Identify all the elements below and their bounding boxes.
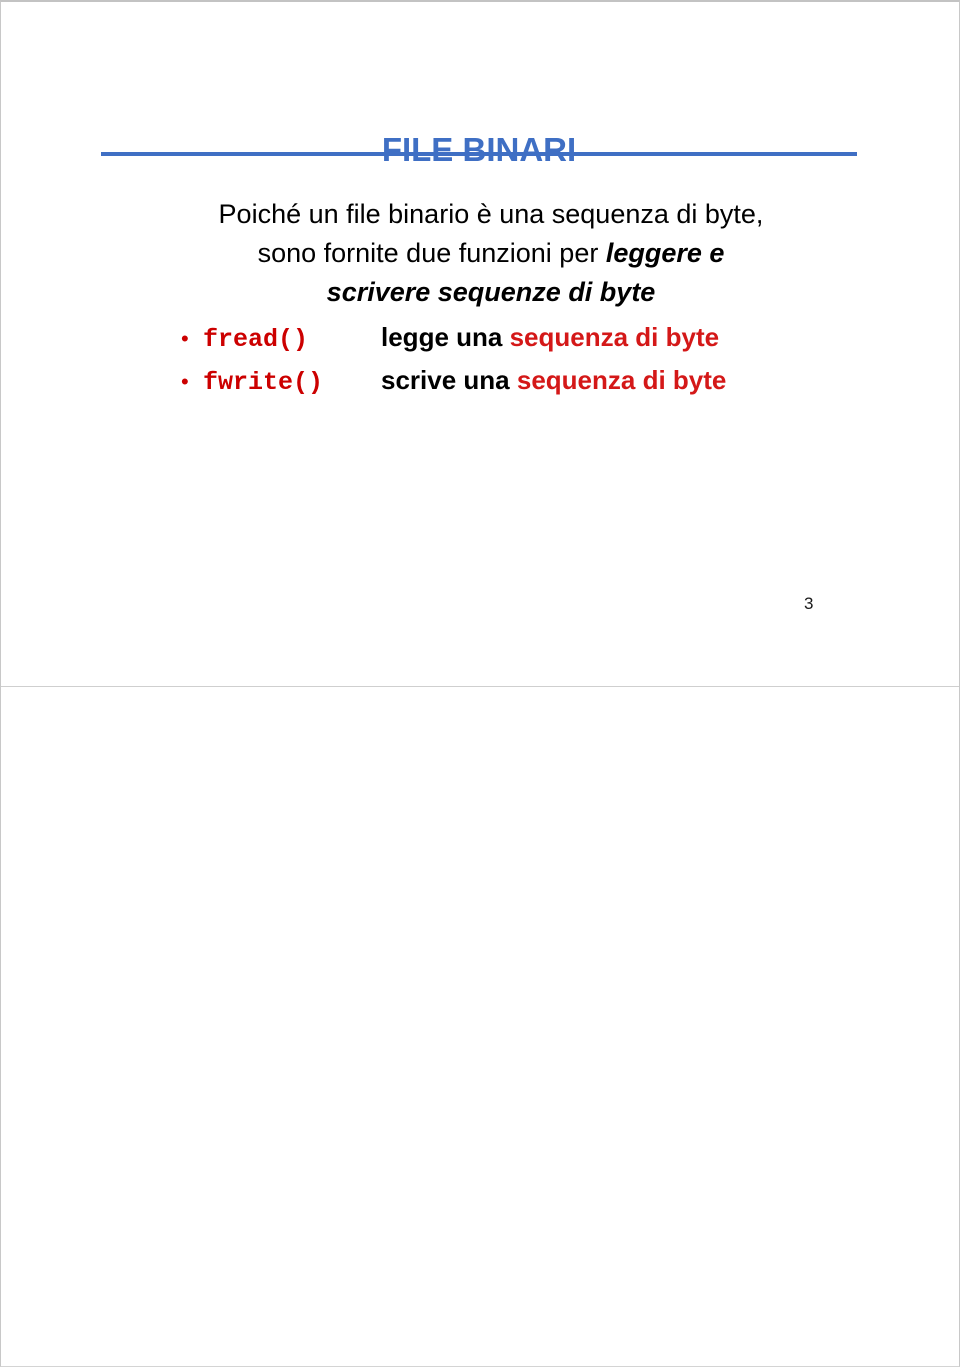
function-desc-fread-plain: legge una [381,322,510,352]
function-desc-fwrite: scrive una sequenza di byte [381,360,726,400]
intro-line-1: Poiché un file binario è una sequenza di… [218,199,764,229]
function-name-fread: fread() [203,325,309,354]
function-desc-fwrite-plain: scrive una [381,365,517,395]
function-desc-fread: legge una sequenza di byte [381,317,719,357]
function-desc-fread-highlight: sequenza di byte [509,322,720,352]
bullet-marker-icon: • [181,326,189,351]
slide-1-title: FILE BINARI [381,131,577,169]
slide-1-intro-paragraph: Poiché un file binario è una sequenza di… [141,195,841,312]
function-row-fread: • fread() legge una sequenza di byte [181,317,881,360]
bullet-marker-icon: • [181,369,189,394]
slide-output-binario-fwrite: OUTPUT BINARIO: fwrite() Sintassi: int f… [1,686,959,1366]
function-row-fwrite: • fwrite() scrive una sequenza di byte [181,360,881,403]
intro-line-2-plain: sono fornite due funzioni per [257,238,606,268]
slide-1-title-rule [101,152,857,156]
slide-file-binari: FILE BINARI Poiché un file binario è una… [1,2,959,685]
slide-1-function-list: • fread() legge una sequenza di byte • f… [181,317,881,403]
handout-page: FILE BINARI Poiché un file binario è una… [0,0,960,1367]
intro-line-3-emphasis: scrivere sequenze di byte [326,277,656,307]
function-desc-fwrite-highlight: sequenza di byte [516,365,727,395]
slide-1-page-number: 3 [804,594,814,613]
function-name-fwrite: fwrite() [203,368,324,397]
intro-line-2-emphasis: leggere e [605,238,725,268]
